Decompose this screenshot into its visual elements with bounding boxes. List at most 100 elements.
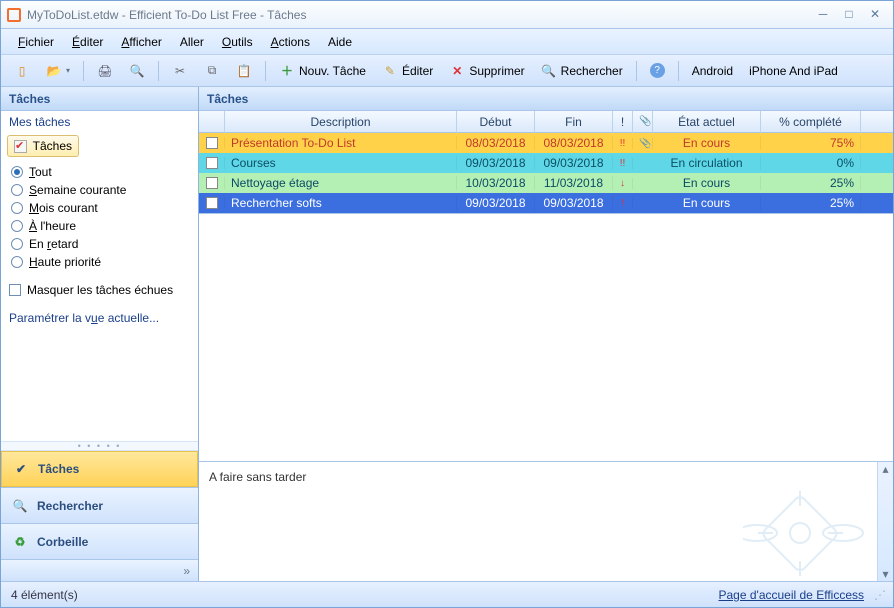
table-row[interactable]: Courses09/03/201809/03/2018!!En circulat… [199, 153, 893, 173]
my-tasks-link[interactable]: Mes tâches [1, 111, 198, 133]
filter-week[interactable]: Semaine courante [11, 181, 198, 199]
pencil-icon: ✎ [382, 63, 398, 79]
tasks-tab[interactable]: Tâches [7, 135, 79, 157]
window-title: MyToDoList.etdw - Efficient To-Do List F… [27, 8, 809, 22]
maximize-button[interactable]: □ [837, 6, 861, 24]
cell-priority: ↓ [613, 178, 633, 189]
app-icon [7, 8, 21, 22]
resize-grip-icon[interactable]: ⋰ [874, 588, 883, 602]
filter-late[interactable]: En retard [11, 235, 198, 253]
nav-tasks[interactable]: ✔ Tâches [1, 451, 198, 487]
table-row[interactable]: Présentation To-Do List08/03/201808/03/2… [199, 133, 893, 153]
table-row[interactable]: Rechercher softs09/03/201809/03/2018!En … [199, 193, 893, 213]
col-start[interactable]: Début [457, 111, 535, 133]
sidebar: Tâches Mes tâches Tâches Tout Semaine co… [1, 87, 199, 581]
print-preview-button[interactable]: 🔍 [122, 59, 152, 83]
edit-button[interactable]: ✎Éditer [375, 59, 440, 83]
paste-button[interactable]: 📋 [229, 59, 259, 83]
cut-button[interactable]: ✂ [165, 59, 195, 83]
copy-button[interactable]: ⧉ [197, 59, 227, 83]
filter-month[interactable]: Mois courant [11, 199, 198, 217]
android-label: Android [692, 64, 733, 78]
cell-percent: 75% [761, 136, 861, 150]
cell-end: 09/03/2018 [535, 156, 613, 170]
radio-icon [11, 202, 23, 214]
cell-description: Rechercher softs [225, 196, 457, 210]
radio-icon [11, 238, 23, 250]
content-body[interactable] [199, 214, 893, 461]
hide-due-checkbox[interactable]: Masquer les tâches échues [1, 277, 198, 303]
row-checkbox[interactable] [206, 197, 218, 209]
open-button[interactable]: 📂▾ [39, 59, 77, 83]
scroll-down-icon[interactable]: ▾ [882, 567, 888, 581]
nav-collapse[interactable]: » [1, 559, 198, 581]
page-icon: ▯ [14, 63, 30, 79]
nav-search-label: Rechercher [37, 499, 103, 513]
cell-percent: 25% [761, 196, 861, 210]
iphone-button[interactable]: iPhone And iPad [742, 59, 845, 83]
col-percent[interactable]: % complété [761, 111, 861, 133]
copy-icon: ⧉ [204, 63, 220, 79]
status-bar: 4 élément(s) Page d'accueil de Efficcess… [1, 581, 893, 607]
row-checkbox[interactable] [206, 157, 218, 169]
scrollbar[interactable]: ▴▾ [877, 462, 893, 581]
checkbox-icon [9, 284, 21, 296]
grid-header: Description Début Fin ! 📎 État actuel % … [199, 111, 893, 133]
tasks-tab-label: Tâches [33, 139, 72, 153]
recycle-icon: ♻ [11, 533, 29, 551]
col-checkbox[interactable] [199, 111, 225, 133]
cell-description: Présentation To-Do List [225, 136, 457, 150]
menu-tools[interactable]: Outils [215, 32, 260, 52]
check-icon [14, 140, 27, 153]
help-button[interactable]: ? [643, 59, 672, 83]
col-end[interactable]: Fin [535, 111, 613, 133]
cell-state: En circulation [653, 156, 761, 170]
menu-file[interactable]: Fichier [11, 32, 61, 52]
menu-help[interactable]: Aide [321, 32, 359, 52]
homepage-link[interactable]: Page d'accueil de Efficcess [719, 588, 865, 602]
nav-recycle[interactable]: ♻ Corbeille [1, 523, 198, 559]
clipboard-icon: 📋 [236, 63, 252, 79]
scroll-up-icon[interactable]: ▴ [882, 462, 888, 476]
configure-view-link[interactable]: Paramétrer la vue actuelle... [1, 303, 198, 333]
preview-icon: 🔍 [129, 63, 145, 79]
menu-view[interactable]: Afficher [114, 32, 168, 52]
splitter-handle[interactable]: • • • • • [1, 441, 198, 451]
main-area: Tâches Mes tâches Tâches Tout Semaine co… [1, 87, 893, 581]
row-checkbox[interactable] [206, 137, 218, 149]
search-button[interactable]: 🔍Rechercher [534, 59, 630, 83]
delete-button[interactable]: ✕Supprimer [442, 59, 531, 83]
col-description[interactable]: Description [225, 111, 457, 133]
radio-icon [11, 184, 23, 196]
close-button[interactable]: ✕ [863, 6, 887, 24]
separator [265, 61, 266, 81]
check-icon: ✔ [12, 460, 30, 478]
separator [83, 61, 84, 81]
menu-actions[interactable]: Actions [264, 32, 317, 52]
search-label: Rechercher [561, 64, 623, 78]
filter-ontime[interactable]: À l'heure [11, 217, 198, 235]
print-button[interactable]: 🖨 [90, 59, 120, 83]
col-priority[interactable]: ! [613, 111, 633, 133]
minimize-button[interactable]: ─ [811, 6, 835, 24]
filter-all[interactable]: Tout [11, 163, 198, 181]
radio-icon [11, 220, 23, 232]
col-attachment[interactable]: 📎 [633, 111, 653, 133]
folder-open-icon: 📂 [46, 63, 62, 79]
cell-state: En cours [653, 176, 761, 190]
menu-edit[interactable]: Éditer [65, 32, 110, 52]
new-file-button[interactable]: ▯ [7, 59, 37, 83]
col-state[interactable]: État actuel [653, 111, 761, 133]
android-button[interactable]: Android [685, 59, 740, 83]
row-checkbox[interactable] [206, 177, 218, 189]
cell-percent: 25% [761, 176, 861, 190]
new-task-button[interactable]: ＋Nouv. Tâche [272, 59, 373, 83]
table-row[interactable]: Nettoyage étage10/03/201811/03/2018↓En c… [199, 173, 893, 193]
menu-go[interactable]: Aller [173, 32, 211, 52]
note-text[interactable]: A faire sans tarder [199, 462, 877, 581]
nav-search[interactable]: 🔍 Rechercher [1, 487, 198, 523]
iphone-label: iPhone And iPad [749, 64, 838, 78]
radio-icon [11, 166, 23, 178]
filter-high[interactable]: Haute priorité [11, 253, 198, 271]
cell-percent: 0% [761, 156, 861, 170]
